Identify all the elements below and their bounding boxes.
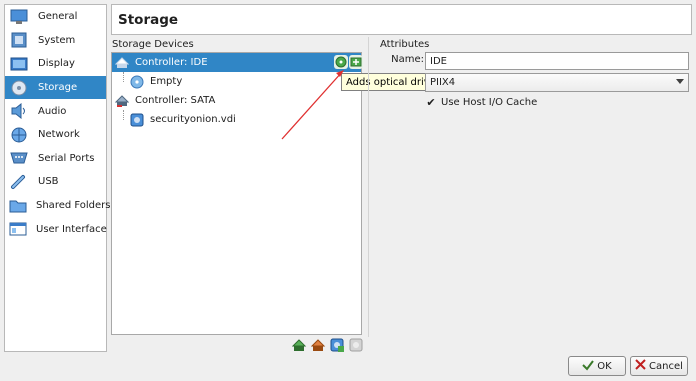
sidebar-item-label: General xyxy=(38,11,78,23)
cancel-button[interactable]: Cancel xyxy=(630,356,688,376)
tree-item-controller-ide[interactable]: Controller: IDE xyxy=(112,53,363,72)
sidebar-item-label: User Interface xyxy=(36,223,107,235)
sidebar-item-display[interactable]: Display xyxy=(5,52,106,76)
sidebar-item-label: Shared Folders xyxy=(36,200,111,212)
chip-icon xyxy=(9,31,29,49)
sidebar-item-label: Display xyxy=(38,58,75,70)
sidebar-item-label: USB xyxy=(38,176,59,188)
sidebar-item-shared-folders[interactable]: Shared Folders xyxy=(5,194,111,218)
sidebar-item-label: System xyxy=(38,34,76,46)
sidebar-item-network[interactable]: Network xyxy=(5,123,106,147)
dropdown-arrow-icon xyxy=(676,77,684,88)
controller-icon xyxy=(115,56,129,70)
sidebar-item-serial-ports[interactable]: Serial Ports xyxy=(5,147,106,171)
add-controller-icon[interactable] xyxy=(291,337,307,352)
tree-connector xyxy=(123,72,124,82)
tree-item-label: Empty xyxy=(150,76,183,87)
use-host-io-cache-row[interactable]: ✔ Use Host I/O Cache xyxy=(425,96,537,108)
usb-icon xyxy=(9,173,29,191)
tree-item-label: Controller: IDE xyxy=(135,57,208,68)
tree-item-empty-optical[interactable]: Empty xyxy=(112,72,361,91)
ok-button-label: OK xyxy=(597,360,612,372)
storage-tree[interactable]: Controller: IDE Empty Controller: SATA s… xyxy=(111,52,363,335)
use-host-io-cache-label: Use Host I/O Cache xyxy=(441,96,538,108)
tree-item-disk[interactable]: securityonion.vdi xyxy=(112,110,361,129)
controller-type-select[interactable]: PIIX4 xyxy=(425,73,689,92)
network-icon xyxy=(9,126,29,144)
sidebar-item-label: Audio xyxy=(38,105,67,117)
sidebar-item-usb[interactable]: USB xyxy=(5,170,106,194)
window-icon xyxy=(9,220,27,238)
name-input[interactable]: IDE xyxy=(425,52,689,70)
sidebar-item-user-interface[interactable]: User Interface xyxy=(5,217,107,241)
serial-port-icon xyxy=(9,149,29,167)
remove-controller-icon[interactable] xyxy=(310,337,326,352)
use-host-io-cache-checkbox[interactable]: ✔ xyxy=(425,96,437,108)
sidebar-item-audio[interactable]: Audio xyxy=(5,99,106,123)
hard-disk-icon xyxy=(130,113,144,127)
sidebar-item-label: Network xyxy=(38,129,80,141)
tree-item-label: Controller: SATA xyxy=(135,95,216,106)
sidebar-item-label: Serial Ports xyxy=(38,152,95,164)
optical-disc-icon xyxy=(130,75,144,89)
cancel-button-label: Cancel xyxy=(649,360,683,372)
speaker-icon xyxy=(9,102,29,120)
sidebar-item-system[interactable]: System xyxy=(5,29,106,53)
add-hard-disk-icon[interactable] xyxy=(349,55,363,69)
add-optical-drive-icon[interactable] xyxy=(334,55,348,69)
controller-type-value: PIIX4 xyxy=(430,77,456,88)
tree-item-label: securityonion.vdi xyxy=(150,114,236,125)
monitor-icon xyxy=(9,8,29,26)
cancel-icon xyxy=(635,359,646,373)
attributes-label: Attributes xyxy=(380,39,430,50)
sidebar-item-general[interactable]: General xyxy=(5,5,106,29)
checkmark-icon xyxy=(582,359,595,374)
tree-item-controller-sata[interactable]: Controller: SATA xyxy=(112,91,361,110)
folder-icon xyxy=(9,197,27,215)
settings-sidebar: General System Display Storage Audio Net… xyxy=(4,4,111,352)
storage-icon xyxy=(9,79,29,97)
tree-connector xyxy=(123,110,124,120)
storage-devices-label: Storage Devices xyxy=(112,39,194,50)
controller-icon xyxy=(115,94,129,108)
tree-action-buttons xyxy=(291,337,364,352)
group-separator xyxy=(368,37,369,337)
name-label: Name: xyxy=(391,54,424,65)
sidebar-item-storage[interactable]: Storage xyxy=(5,75,106,100)
add-attachment-icon[interactable] xyxy=(329,337,345,352)
sidebar-item-label: Storage xyxy=(38,82,78,94)
remove-attachment-icon[interactable] xyxy=(348,337,364,352)
ok-button[interactable]: OK xyxy=(568,356,626,376)
page-title: Storage xyxy=(111,4,692,35)
display-icon xyxy=(9,55,29,73)
